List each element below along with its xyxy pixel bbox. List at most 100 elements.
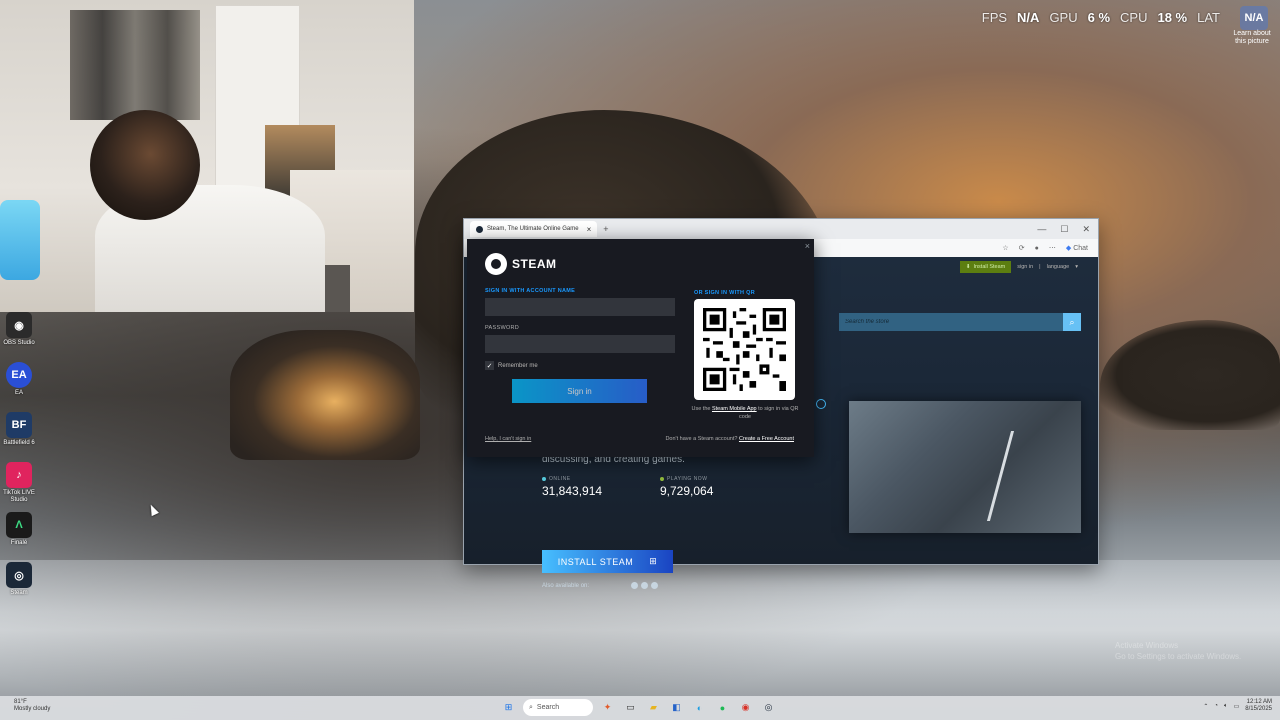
desktop-icon-obs[interactable]: ◉ OBS Studio bbox=[2, 312, 36, 362]
weather-widget[interactable]: 81°F Mostly cloudy bbox=[14, 699, 50, 713]
store-search-input[interactable] bbox=[839, 313, 1063, 331]
hero-robot-figure bbox=[986, 431, 1062, 521]
tab-close-icon[interactable]: × bbox=[587, 225, 592, 234]
desktop-icon-battlefield[interactable]: BF Battlefield 6 bbox=[2, 412, 36, 462]
language-dropdown[interactable]: language bbox=[1047, 264, 1070, 270]
refresh-icon[interactable]: ⟳ bbox=[1019, 244, 1025, 252]
stat-online-label-row: ONLINE bbox=[542, 476, 602, 482]
sign-in-link[interactable]: sign in bbox=[1017, 264, 1033, 270]
steam-mobile-app-link[interactable]: Steam Mobile App bbox=[712, 406, 757, 412]
learn-about-picture-icon[interactable]: N/A bbox=[1240, 6, 1268, 30]
clock-date: 8/15/2025 bbox=[1245, 706, 1272, 712]
spotify-icon[interactable]: ● bbox=[714, 699, 731, 716]
apple-icon[interactable] bbox=[631, 582, 639, 589]
task-view-icon[interactable]: ▭ bbox=[622, 699, 639, 716]
background-sea-foam bbox=[0, 560, 1280, 700]
activate-windows-watermark: Activate Windows Go to Settings to activ… bbox=[1115, 640, 1241, 662]
volume-icon[interactable]: 🔈︎ bbox=[1224, 703, 1228, 710]
steam-top-nav: ⬇ Install Steam sign in | language ▾ bbox=[959, 261, 1078, 273]
desktop-icon-label: OBS Studio bbox=[3, 340, 35, 346]
fps-value: N/A bbox=[1017, 10, 1040, 25]
maximize-icon[interactable]: ☐ bbox=[1060, 224, 1068, 235]
desktop-icon-column: ◉ OBS Studio EA EA BF Battlefield 6 ♪ Ti… bbox=[2, 312, 36, 612]
edge-icon[interactable]: ◐ bbox=[691, 699, 708, 716]
qr-code bbox=[694, 299, 795, 400]
install-steam-label: INSTALL STEAM bbox=[557, 556, 634, 567]
store-icon[interactable]: ◧ bbox=[668, 699, 685, 716]
steam-logo: STEAM bbox=[485, 253, 557, 275]
copilot-chat-button[interactable]: ◆ Chat bbox=[1065, 244, 1088, 253]
steam-taskbar-icon[interactable]: ◎ bbox=[760, 699, 777, 716]
stat-online-label: ONLINE bbox=[549, 476, 571, 482]
taskbar-center: ⊞ ⌕ Search ✦ ▭ ▰ ◧ ◐ ● ◉ ◎ bbox=[500, 699, 777, 716]
favorite-star-icon[interactable]: ☆ bbox=[1002, 244, 1008, 252]
chrome-icon[interactable]: ◉ bbox=[737, 699, 754, 716]
chat-label: Chat bbox=[1073, 244, 1088, 252]
help-cant-sign-in-link[interactable]: Help, I can't sign in bbox=[485, 436, 531, 442]
hero-game-image[interactable] bbox=[849, 401, 1081, 533]
remember-me-checkbox[interactable]: ✓ bbox=[485, 361, 494, 370]
desktop-icon-ea[interactable]: EA EA bbox=[2, 362, 36, 412]
create-free-account-link[interactable]: Create a Free Account bbox=[739, 436, 794, 442]
stat-playing-label: PLAYING NOW bbox=[667, 476, 708, 482]
watermark-line2: Go to Settings to activate Windows. bbox=[1115, 652, 1242, 661]
store-search-bar: ⌕ bbox=[839, 313, 1081, 331]
battery-icon[interactable]: ▭ bbox=[1234, 703, 1240, 710]
new-tab-icon[interactable]: + bbox=[603, 224, 608, 234]
finale-icon: Λ bbox=[6, 512, 32, 538]
more-menu-icon[interactable]: ⋯ bbox=[1049, 244, 1056, 252]
desktop-icon-label: EA bbox=[14, 390, 23, 396]
taskbar: 81°F Mostly cloudy ⊞ ⌕ Search ✦ ▭ ▰ ◧ ◐ … bbox=[0, 696, 1280, 720]
windows-start-icon[interactable]: ⊞ bbox=[500, 699, 517, 716]
also-available-label: Also available on: bbox=[542, 582, 590, 589]
tiktok-icon: ♪ bbox=[6, 462, 32, 488]
browser-tab-steam[interactable]: Steam, The Ultimate Online Game × bbox=[470, 221, 598, 237]
lat-label: LAT bbox=[1197, 10, 1220, 25]
widgets-icon[interactable]: ✦ bbox=[599, 699, 616, 716]
password-input[interactable] bbox=[485, 335, 675, 353]
learn-about-picture-label[interactable]: Learn about this picture bbox=[1232, 30, 1272, 46]
window-controls: — ☐ ✕ bbox=[1037, 224, 1098, 235]
desktop-icon-finale[interactable]: Λ Finalé bbox=[2, 512, 36, 562]
window-close-icon[interactable]: ✕ bbox=[1082, 224, 1090, 235]
minimize-icon[interactable]: — bbox=[1037, 224, 1046, 235]
linux-icon[interactable] bbox=[651, 582, 659, 589]
remember-me-label: Remember me bbox=[498, 362, 538, 369]
copilot-icon: ◆ bbox=[1065, 245, 1072, 252]
steam-brand-text: STEAM bbox=[512, 257, 557, 271]
mouse-cursor-icon bbox=[147, 502, 159, 517]
desktop-icon-steam[interactable]: ◎ Steam bbox=[2, 562, 36, 612]
steam-signin-modal: × STEAM SIGN IN WITH ACCOUNT NAME PASSWO… bbox=[467, 239, 814, 457]
network-icon[interactable]: ◔ bbox=[1214, 703, 1218, 709]
sign-in-button[interactable]: Sign in bbox=[512, 379, 647, 403]
watermark-line1: Activate Windows bbox=[1115, 641, 1179, 650]
profile-icon[interactable]: ● bbox=[1035, 245, 1039, 252]
steamos-icon[interactable] bbox=[641, 582, 649, 589]
taskbar-search[interactable]: ⌕ Search bbox=[523, 699, 593, 716]
taskbar-search-label: Search bbox=[536, 704, 560, 711]
windows-icon: ⊞ bbox=[649, 556, 658, 566]
search-icon[interactable]: ⌕ bbox=[1063, 313, 1081, 331]
clock[interactable]: 12:12 AM 8/15/2025 bbox=[1245, 699, 1272, 713]
desktop-icon-label: Steam bbox=[10, 590, 28, 596]
performance-overlay: FPS N/A GPU 6 % CPU 18 % LAT bbox=[982, 10, 1220, 25]
qr-caption-prefix: Use the bbox=[691, 406, 711, 412]
file-explorer-icon[interactable]: ▰ bbox=[645, 699, 662, 716]
battlefield-icon: BF bbox=[6, 412, 32, 438]
modal-close-icon[interactable]: × bbox=[805, 241, 810, 251]
install-steam-button[interactable]: INSTALL STEAM ⊞ bbox=[542, 550, 673, 573]
desktop-icon-tiktok[interactable]: ♪ TikTok LIVE Studio bbox=[2, 462, 36, 512]
steam-logo-icon bbox=[485, 253, 507, 275]
download-icon: ⬇ bbox=[965, 264, 971, 270]
stat-online-value: 31,843,914 bbox=[542, 484, 603, 498]
install-steam-nav-button[interactable]: ⬇ Install Steam bbox=[959, 261, 1012, 273]
remember-me-row[interactable]: ✓ Remember me bbox=[485, 361, 538, 370]
account-name-input[interactable] bbox=[485, 298, 675, 316]
tray-chevron-up-icon[interactable]: ⌃ bbox=[1203, 703, 1208, 710]
loading-spinner-icon bbox=[816, 399, 826, 409]
desktop-icon-label: TikTok LIVE Studio bbox=[3, 490, 35, 503]
playing-dot-icon bbox=[660, 477, 664, 481]
webcam-person-head bbox=[90, 110, 200, 220]
steam-icon: ◎ bbox=[6, 562, 32, 588]
ea-icon: EA bbox=[6, 362, 32, 388]
